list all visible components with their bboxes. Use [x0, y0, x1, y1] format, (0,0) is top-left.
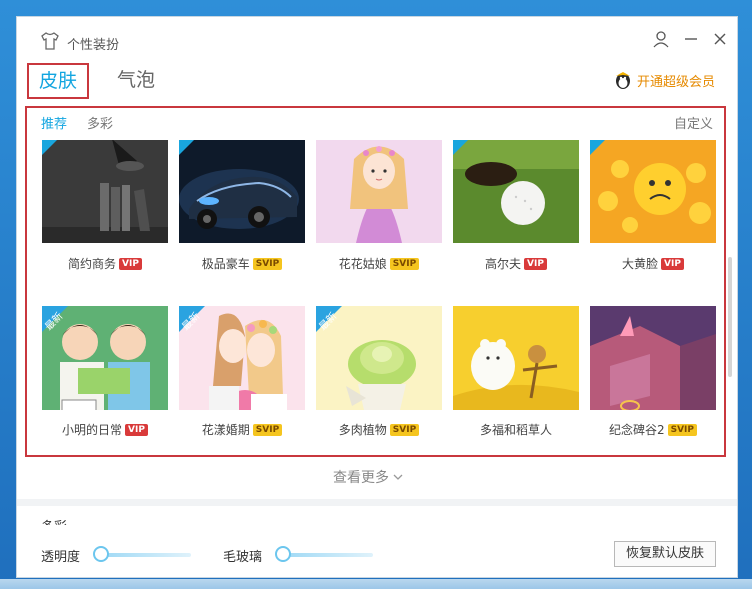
tab-bubble[interactable]: 气泡 — [117, 63, 155, 97]
skin-window: 个性装扮 皮肤 气泡 开通超级会员 推荐 多彩 自定义 简约商务 VIP 极品豪… — [17, 17, 737, 577]
svip-tag: SVIP — [252, 423, 283, 436]
skin-thumbnail — [590, 306, 716, 410]
skin-tile[interactable]: 多福和稻草人 — [453, 306, 579, 446]
skin-caption: 高尔夫 VIP — [453, 255, 579, 272]
vip-tag: VIP — [125, 423, 148, 436]
custom-skin-link[interactable]: 自定义 — [674, 113, 713, 132]
skin-name: 极品豪车 — [201, 257, 250, 271]
skin-tile[interactable]: 花花姑娘 SVIP — [316, 140, 442, 275]
subtab-colorful[interactable]: 多彩 — [87, 113, 113, 132]
skin-name: 简约商务 — [68, 257, 117, 271]
skin-tile[interactable]: 高尔夫 VIP — [453, 140, 579, 275]
skin-grid: 简约商务 VIP 极品豪车 SVIP 花花姑娘 SVIP 高尔夫 VIP 大黄脸… — [42, 140, 722, 446]
skin-name: 多福和稻草人 — [479, 423, 552, 437]
open-super-vip-label: 开通超级会员 — [637, 74, 716, 90]
skin-caption: 多福和稻草人 — [453, 421, 579, 438]
skin-tile[interactable]: 简约商务 VIP — [42, 140, 168, 275]
opacity-slider-handle[interactable] — [93, 546, 109, 562]
subtab-recommended[interactable]: 推荐 — [41, 113, 67, 132]
vip-tag: VIP — [119, 257, 142, 270]
frosted-glass-slider-handle[interactable] — [275, 546, 291, 562]
see-more-button[interactable]: 查看更多 — [333, 467, 403, 487]
skin-name: 多肉植物 — [338, 423, 387, 437]
skin-thumbnail — [453, 140, 579, 243]
qq-penguin-icon — [613, 70, 633, 90]
skin-caption: 纪念碑谷2 SVIP — [590, 421, 716, 438]
opacity-label: 透明度 — [41, 550, 81, 565]
skin-name: 纪念碑谷2 — [608, 423, 665, 437]
skin-thumbnail — [453, 306, 579, 410]
skin-name: 花花姑娘 — [338, 257, 387, 271]
skin-tile[interactable]: 最新 多肉植物 SVIP — [316, 306, 442, 446]
opacity-slider-track[interactable] — [101, 553, 191, 557]
minimize-icon[interactable] — [681, 29, 701, 49]
window-title: 个性装扮 — [67, 38, 120, 53]
skin-caption: 多肉植物 SVIP — [316, 421, 442, 438]
restore-default-skin-button[interactable]: 恢复默认皮肤 — [614, 541, 716, 567]
skin-thumbnail — [179, 140, 305, 243]
frosted-glass-slider-track[interactable] — [283, 553, 373, 557]
section-divider — [17, 499, 737, 506]
skin-name: 小明的日常 — [62, 423, 123, 437]
skin-caption: 小明的日常 VIP — [42, 421, 168, 438]
title-bar: 个性装扮 — [17, 17, 737, 61]
skin-caption: 花花姑娘 SVIP — [316, 255, 442, 272]
section-title: 多彩 — [41, 516, 67, 525]
see-more-label: 查看更多 — [333, 470, 389, 486]
skin-caption: 花漾婚期 SVIP — [179, 421, 305, 438]
skin-caption: 大黄脸 VIP — [590, 255, 716, 272]
skin-thumbnail — [42, 140, 168, 243]
svip-tag: SVIP — [667, 423, 698, 436]
svip-tag: SVIP — [389, 423, 420, 436]
skin-tile[interactable]: 最新 花漾婚期 SVIP — [179, 306, 305, 446]
svip-tag: SVIP — [389, 257, 420, 270]
tshirt-icon — [39, 31, 61, 51]
svip-tag: SVIP — [252, 257, 283, 270]
skin-caption: 极品豪车 SVIP — [179, 255, 305, 272]
skin-thumbnail — [590, 140, 716, 243]
skin-thumbnail — [316, 140, 442, 243]
skin-tile[interactable]: 最新 小明的日常 VIP — [42, 306, 168, 446]
user-icon[interactable] — [651, 29, 671, 49]
close-icon[interactable] — [710, 29, 730, 49]
desktop-background — [0, 579, 752, 589]
skin-name: 高尔夫 — [485, 257, 522, 271]
skin-tile[interactable]: 极品豪车 SVIP — [179, 140, 305, 275]
skin-tile[interactable]: 大黄脸 VIP — [590, 140, 716, 275]
vip-tag: VIP — [524, 257, 547, 270]
open-super-vip-link[interactable]: 开通超级会员 — [613, 69, 715, 91]
tab-skin[interactable]: 皮肤 — [27, 63, 89, 99]
skin-name: 大黄脸 — [622, 257, 659, 271]
vip-tag: VIP — [661, 257, 684, 270]
frosted-glass-label: 毛玻璃 — [223, 550, 263, 565]
skin-tile[interactable]: 纪念碑谷2 SVIP — [590, 306, 716, 446]
chevron-down-icon — [393, 469, 403, 485]
skin-caption: 简约商务 VIP — [42, 255, 168, 272]
scrollbar[interactable] — [728, 257, 732, 377]
skin-name: 花漾婚期 — [201, 423, 250, 437]
skin-subtabs: 推荐 多彩 — [41, 113, 113, 132]
